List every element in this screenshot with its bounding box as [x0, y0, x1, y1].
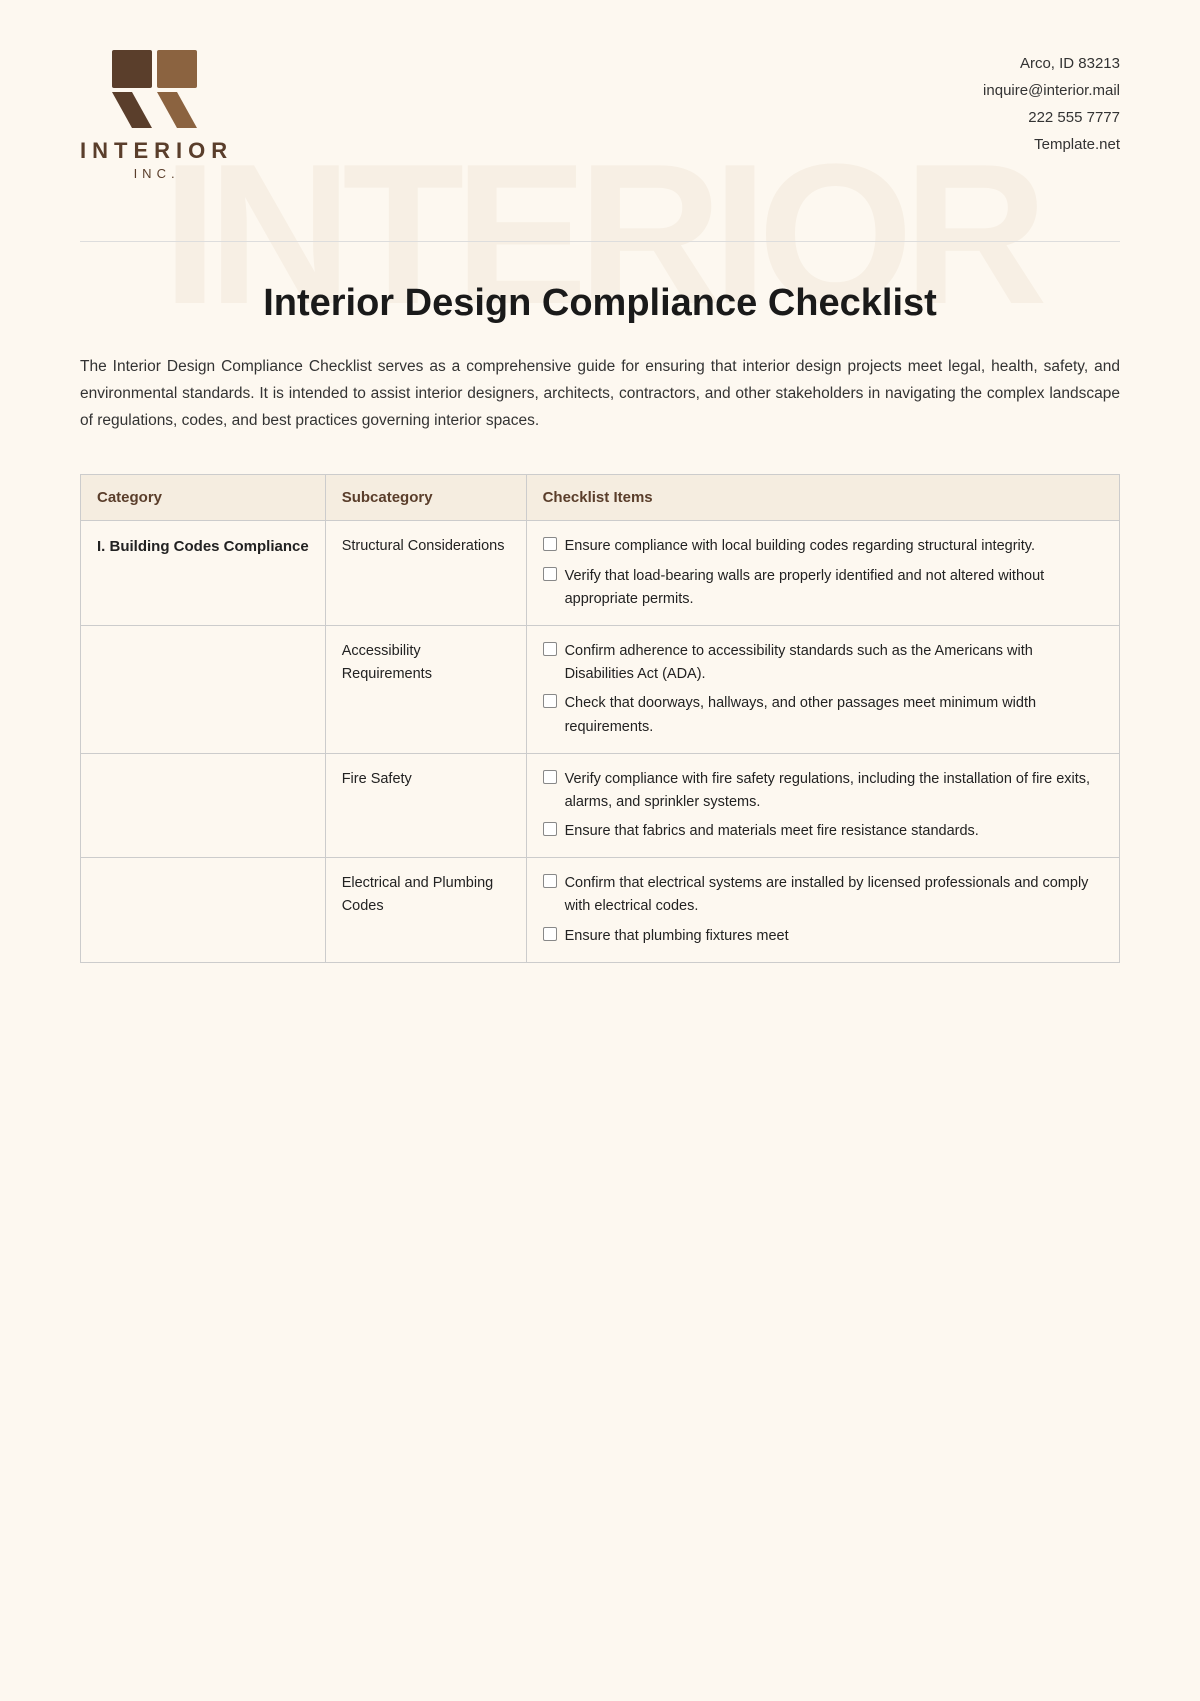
- col-header-category: Category: [81, 475, 326, 521]
- document-title: Interior Design Compliance Checklist: [80, 282, 1120, 325]
- list-item: Verify that load-bearing walls are prope…: [543, 565, 1103, 611]
- table-row: I. Building Codes ComplianceStructural C…: [81, 521, 1120, 626]
- list-item: Check that doorways, hallways, and other…: [543, 692, 1103, 738]
- subcategory-cell: Accessibility Requirements: [325, 625, 526, 753]
- list-item: Confirm adherence to accessibility stand…: [543, 640, 1103, 686]
- subcategory-cell: Structural Considerations: [325, 521, 526, 626]
- checklist-table: Category Subcategory Checklist Items I. …: [80, 474, 1120, 962]
- items-cell: Confirm adherence to accessibility stand…: [526, 625, 1119, 753]
- items-cell: Verify compliance with fire safety regul…: [526, 753, 1119, 858]
- header: INTERIOR INC. Arco, ID 83213 inquire@int…: [0, 0, 1200, 211]
- col-header-items: Checklist Items: [526, 475, 1119, 521]
- category-cell: I. Building Codes Compliance: [81, 521, 326, 626]
- item-text: Confirm that electrical systems are inst…: [565, 872, 1103, 918]
- contact-info: Arco, ID 83213 inquire@interior.mail 222…: [983, 50, 1120, 158]
- logo-icon: [112, 50, 202, 130]
- table-row: Accessibility Requirements Confirm adhere…: [81, 625, 1120, 753]
- checkbox-icon[interactable]: [543, 567, 557, 581]
- checkbox-icon[interactable]: [543, 770, 557, 784]
- company-phone: 222 555 7777: [983, 104, 1120, 131]
- items-cell: Ensure compliance with local building co…: [526, 521, 1119, 626]
- header-divider: [80, 241, 1120, 242]
- list-item: Ensure that fabrics and materials meet f…: [543, 820, 1103, 843]
- checkbox-icon[interactable]: [543, 537, 557, 551]
- checkbox-icon[interactable]: [543, 694, 557, 708]
- checkbox-icon[interactable]: [543, 822, 557, 836]
- page: INTERIOR INTERIOR INC.: [0, 0, 1200, 1701]
- logo-section: INTERIOR INC.: [80, 50, 233, 181]
- item-text: Verify compliance with fire safety regul…: [565, 768, 1103, 814]
- document-intro: The Interior Design Compliance Checklist…: [80, 353, 1120, 434]
- list-item: Confirm that electrical systems are inst…: [543, 872, 1103, 918]
- subcategory-cell: Fire Safety: [325, 753, 526, 858]
- table-row: Electrical and Plumbing Codes Confirm tha…: [81, 858, 1120, 963]
- item-text: Check that doorways, hallways, and other…: [565, 692, 1103, 738]
- table-row: Fire Safety Verify compliance with fire s…: [81, 753, 1120, 858]
- category-cell: [81, 625, 326, 753]
- list-item: Ensure that plumbing fixtures meet: [543, 925, 1103, 948]
- category-cell: [81, 858, 326, 963]
- company-website: Template.net: [983, 131, 1120, 158]
- subcategory-cell: Electrical and Plumbing Codes: [325, 858, 526, 963]
- item-text: Ensure that plumbing fixtures meet: [565, 925, 1103, 948]
- col-header-subcategory: Subcategory: [325, 475, 526, 521]
- list-item: Ensure compliance with local building co…: [543, 535, 1103, 558]
- checkbox-icon[interactable]: [543, 874, 557, 888]
- company-sub: INC.: [134, 166, 180, 181]
- category-cell: [81, 753, 326, 858]
- checkbox-icon[interactable]: [543, 642, 557, 656]
- company-name: INTERIOR: [80, 138, 233, 164]
- item-text: Verify that load-bearing walls are prope…: [565, 565, 1103, 611]
- items-cell: Confirm that electrical systems are inst…: [526, 858, 1119, 963]
- table-header-row: Category Subcategory Checklist Items: [81, 475, 1120, 521]
- company-address: Arco, ID 83213: [983, 50, 1120, 77]
- main-content: Interior Design Compliance Checklist The…: [0, 211, 1200, 1003]
- item-text: Ensure compliance with local building co…: [565, 535, 1103, 558]
- item-text: Ensure that fabrics and materials meet f…: [565, 820, 1103, 843]
- checkbox-icon[interactable]: [543, 927, 557, 941]
- item-text: Confirm adherence to accessibility stand…: [565, 640, 1103, 686]
- list-item: Verify compliance with fire safety regul…: [543, 768, 1103, 814]
- company-email: inquire@interior.mail: [983, 77, 1120, 104]
